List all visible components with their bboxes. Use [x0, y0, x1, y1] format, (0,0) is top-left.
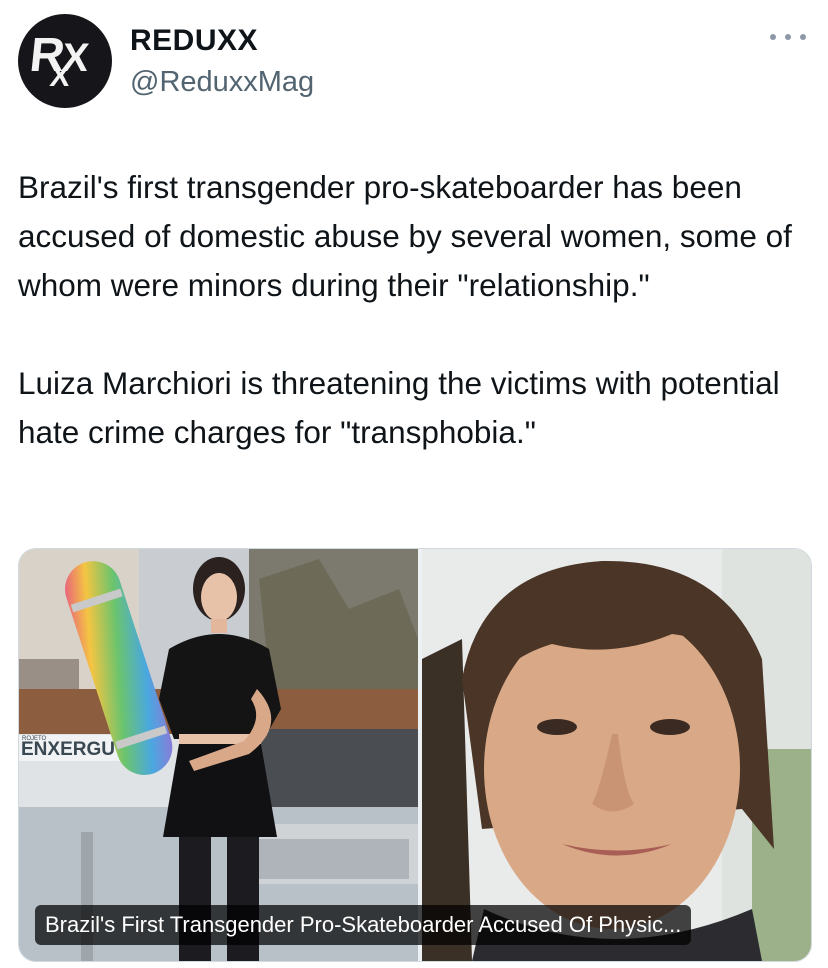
avatar[interactable]: R X X — [18, 14, 112, 108]
media-card[interactable]: ENXERGU ROJETO Brazil's First Transgende… — [18, 548, 812, 962]
skateboarder-photo[interactable]: ENXERGU ROJETO — [19, 549, 418, 961]
portrait-photo[interactable] — [422, 549, 811, 961]
author-display-name[interactable]: REDUXX — [130, 24, 258, 58]
tweet-text: Brazil's first transgender pro-skateboar… — [18, 163, 810, 457]
more-horizontal-icon[interactable] — [770, 30, 806, 44]
media-caption[interactable]: Brazil's First Transgender Pro-Skateboar… — [35, 905, 692, 945]
svg-text:ENXERGU: ENXERGU — [21, 739, 115, 760]
svg-text:ROJETO: ROJETO — [22, 736, 47, 742]
author-handle[interactable]: @ReduxxMag — [130, 66, 314, 99]
skateboarder-photo-image: ENXERGU ROJETO — [19, 549, 418, 961]
tweet-paragraph: Brazil's first transgender pro-skateboar… — [18, 169, 792, 303]
portrait-photo-image — [422, 549, 811, 961]
tweet-paragraph: Luiza Marchiori is threatening the victi… — [18, 365, 780, 450]
reduxx-logo: R X X — [27, 29, 91, 93]
